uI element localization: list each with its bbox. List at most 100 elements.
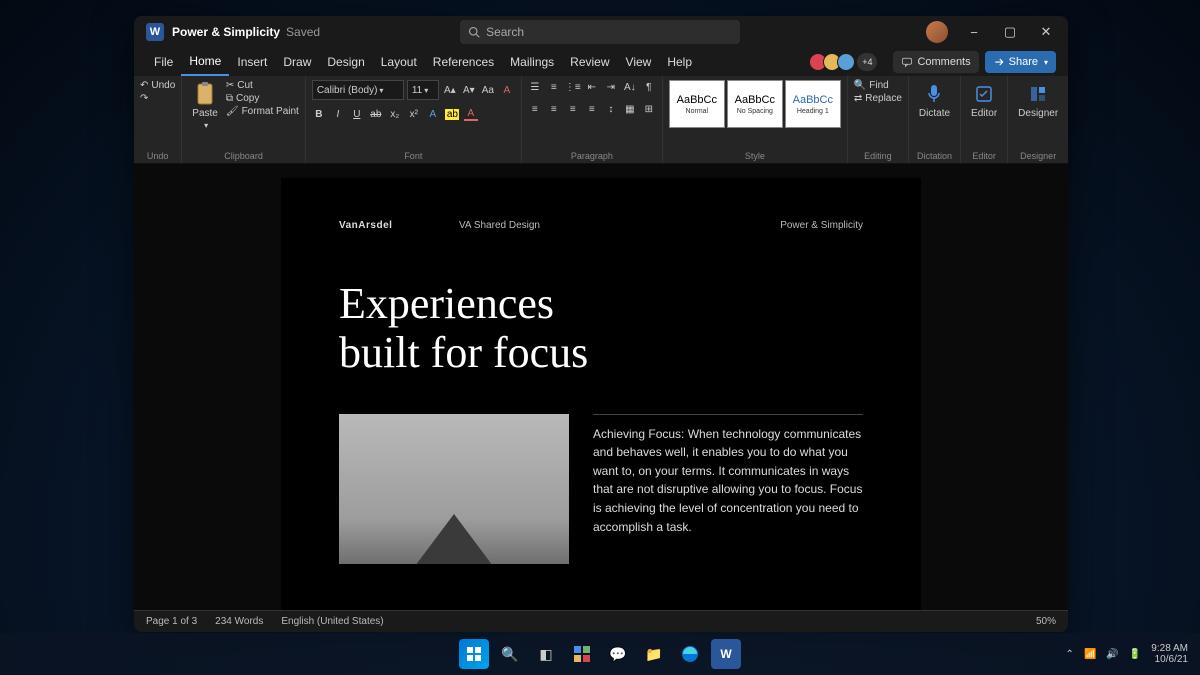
group-label: Paragraph (528, 149, 656, 161)
bullet-list-button[interactable]: ☰ (528, 80, 542, 94)
dictate-button[interactable]: Dictate (915, 80, 954, 121)
group-font: Calibri (Body)▾ 11▾ A▴ A▾ Aa A B I U ab … (306, 76, 522, 163)
tray-date: 10/6/21 (1151, 654, 1188, 665)
search-input[interactable]: Search (460, 20, 740, 44)
battery-icon[interactable]: 🔋 (1129, 649, 1141, 660)
borders-button[interactable]: ⊞ (642, 102, 656, 116)
group-label: Font (312, 149, 515, 161)
redo-button[interactable]: ↷ (140, 93, 175, 104)
decrease-font-button[interactable]: A▾ (461, 82, 477, 98)
number-list-button[interactable]: ≡ (547, 80, 561, 94)
superscript-button[interactable]: x² (407, 109, 421, 120)
clear-format-button[interactable]: A (499, 82, 515, 98)
subscript-button[interactable]: x₂ (388, 109, 402, 120)
line-spacing-button[interactable]: ↕ (604, 102, 618, 116)
document-heading: Experiences built for focus (339, 279, 863, 378)
minimize-button[interactable]: − (956, 16, 992, 48)
increase-indent-button[interactable]: ⇥ (604, 80, 618, 94)
strike-button[interactable]: ab (369, 109, 383, 120)
taskbar-search-button[interactable]: 🔍 (495, 639, 525, 669)
tab-design[interactable]: Design (319, 48, 372, 76)
document-area[interactable]: VanArsdel VA Shared Design Power & Simpl… (134, 164, 1068, 610)
mic-icon (926, 84, 942, 104)
tab-file[interactable]: File (146, 48, 181, 76)
tab-insert[interactable]: Insert (229, 48, 275, 76)
decrease-indent-button[interactable]: ⇤ (585, 80, 599, 94)
style-heading-1[interactable]: AaBbCcHeading 1 (785, 80, 841, 128)
tab-view[interactable]: View (618, 48, 660, 76)
change-case-button[interactable]: Aa (480, 82, 496, 98)
align-left-button[interactable]: ≡ (528, 102, 542, 116)
group-editing: 🔍 Find ⇄ Replace Editing (848, 76, 909, 163)
align-right-button[interactable]: ≡ (566, 102, 580, 116)
user-avatar[interactable] (926, 21, 948, 43)
bold-button[interactable]: B (312, 109, 326, 120)
group-editor: Editor Editor (961, 76, 1008, 163)
status-zoom[interactable]: 50% (1036, 616, 1056, 627)
maximize-button[interactable]: ▢ (992, 16, 1028, 48)
tab-references[interactable]: References (425, 48, 502, 76)
highlight-button[interactable]: ab (445, 109, 459, 120)
taskbar-explorer-button[interactable]: 📁 (639, 639, 669, 669)
sort-button[interactable]: A↓ (623, 80, 637, 94)
taskbar-word-button[interactable]: W (711, 639, 741, 669)
font-name-select[interactable]: Calibri (Body)▾ (312, 80, 404, 100)
font-color-button[interactable]: A (464, 108, 478, 121)
tab-home[interactable]: Home (181, 48, 229, 76)
ribbon: ↶ Undo ↷ Undo Paste▾ ✂ Cut ⧉ Copy 🖌 Form… (134, 76, 1068, 164)
tab-mailings[interactable]: Mailings (502, 48, 562, 76)
paste-button[interactable]: Paste▾ (188, 80, 222, 132)
status-words[interactable]: 234 Words (215, 616, 263, 627)
start-button[interactable] (459, 639, 489, 669)
header-right: Power & Simplicity (780, 220, 863, 231)
status-language[interactable]: English (United States) (281, 616, 383, 627)
undo-button[interactable]: ↶ Undo (140, 80, 175, 91)
multilevel-list-button[interactable]: ⋮≡ (566, 80, 580, 94)
find-button[interactable]: 🔍 Find (854, 80, 902, 91)
status-page[interactable]: Page 1 of 3 (146, 616, 197, 627)
style-no-spacing[interactable]: AaBbCcNo Spacing (727, 80, 783, 128)
document-page[interactable]: VanArsdel VA Shared Design Power & Simpl… (281, 178, 921, 610)
group-label: Style (669, 149, 841, 161)
tab-layout[interactable]: Layout (373, 48, 425, 76)
show-marks-button[interactable]: ¶ (642, 80, 656, 94)
group-label: Dictation (915, 149, 954, 161)
underline-button[interactable]: U (350, 109, 364, 120)
taskbar-taskview-button[interactable]: ◧ (531, 639, 561, 669)
taskbar-edge-button[interactable] (675, 639, 705, 669)
italic-button[interactable]: I (331, 109, 345, 120)
tab-help[interactable]: Help (659, 48, 700, 76)
ribbon-tabs: File Home Insert Draw Design Layout Refe… (134, 48, 1068, 76)
taskbar-widgets-button[interactable] (567, 639, 597, 669)
share-button[interactable]: Share▾ (985, 51, 1056, 73)
style-normal[interactable]: AaBbCcNormal (669, 80, 725, 128)
editor-button[interactable]: Editor (967, 80, 1001, 121)
font-size-select[interactable]: 11▾ (407, 80, 439, 100)
save-status: Saved (286, 25, 320, 39)
presence-avatar (837, 53, 855, 71)
taskbar-chat-button[interactable]: 💬 (603, 639, 633, 669)
tray-overflow-button[interactable]: ⌃ (1066, 649, 1074, 660)
volume-icon[interactable]: 🔊 (1106, 649, 1118, 660)
group-dictate: Dictate Dictation (909, 76, 961, 163)
text-effects-button[interactable]: A (426, 109, 440, 120)
align-center-button[interactable]: ≡ (547, 102, 561, 116)
tab-review[interactable]: Review (562, 48, 617, 76)
wifi-icon[interactable]: 📶 (1084, 649, 1096, 660)
replace-button[interactable]: ⇄ Replace (854, 93, 902, 104)
group-clipboard: Paste▾ ✂ Cut ⧉ Copy 🖌 Format Paint Clipb… (182, 76, 306, 163)
format-painter-button[interactable]: 🖌 Format Paint (226, 106, 299, 117)
increase-font-button[interactable]: A▴ (442, 82, 458, 98)
clock[interactable]: 9:28 AM 10/6/21 (1151, 643, 1188, 665)
close-button[interactable]: ✕ (1028, 16, 1064, 48)
comments-button[interactable]: Comments (893, 51, 978, 73)
shading-button[interactable]: ▦ (623, 102, 637, 116)
document-image (339, 414, 569, 564)
document-body-text: Achieving Focus: When technology communi… (593, 414, 863, 564)
presence-avatars[interactable]: +4 (813, 53, 877, 71)
copy-button[interactable]: ⧉ Copy (226, 93, 299, 104)
designer-button[interactable]: Designer (1014, 80, 1062, 121)
tab-draw[interactable]: Draw (275, 48, 319, 76)
cut-button[interactable]: ✂ Cut (226, 80, 299, 91)
justify-button[interactable]: ≡ (585, 102, 599, 116)
